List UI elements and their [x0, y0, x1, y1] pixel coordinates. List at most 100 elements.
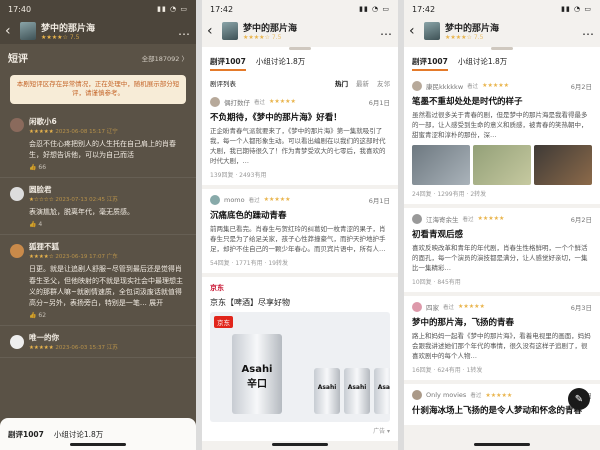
back-arrow-icon[interactable]: ‹	[409, 23, 419, 39]
review-item[interactable]: 闲歌小6 ★★★★★ 2023-06-08 15:17 辽宁 会忍不住心疼把别人…	[0, 110, 196, 179]
card-body: 喜欢反映改革和青年的年代剧，肖春生性格鲜明，一个个鲜活的面孔，每一个演员的演技都…	[412, 243, 588, 272]
review-stars: ★☆☆☆☆ 2023-07-13 02:45 江苏	[29, 197, 118, 204]
list-label: 剧评列表	[210, 79, 236, 88]
card-title[interactable]: 沉痛底色的躁动青春	[210, 209, 390, 221]
card-head: 康民kkkkkw 看过 ★★★★★ 6月2日	[412, 80, 592, 91]
ad-card[interactable]: 京东 京东【啤酒】尽享好物 京东 Asahi 辛口 Asahi Asahi Asa…	[202, 276, 398, 441]
card-username[interactable]: momo	[224, 196, 245, 204]
review-username[interactable]: 狐狸不狐	[29, 241, 118, 252]
drama-poster	[222, 22, 238, 40]
avatar[interactable]	[10, 243, 24, 258]
back-arrow-icon[interactable]: ‹	[5, 23, 15, 39]
like-button[interactable]: 👍 4	[29, 221, 186, 228]
review-card[interactable]: 四家 看过 ★★★★★ 6月3日 梦中的那片海，飞扬的青春 路上和妈妈一起看《梦…	[404, 295, 600, 381]
pen-icon: ✎	[574, 393, 584, 405]
more-menu-icon[interactable]: …	[582, 24, 595, 38]
rating-row: ★★★★☆ 7.5	[445, 34, 484, 41]
card-username[interactable]: 四家	[426, 302, 439, 312]
tab-group-discussion[interactable]: 小组讨论1.8万	[54, 429, 103, 440]
review-item[interactable]: 唯一的你 ★★★★★ 2023-06-03 15:37 江苏	[0, 326, 196, 359]
card-date: 6月2日	[570, 82, 592, 91]
card-title[interactable]: 梦中的那片海，飞扬的青春	[412, 316, 592, 328]
tab-reviews[interactable]: 剧评1007	[8, 429, 44, 440]
card-image[interactable]	[473, 144, 531, 185]
section-title: 短评	[8, 54, 28, 65]
tab-reviews[interactable]: 剧评1007	[210, 56, 246, 71]
ad-footer[interactable]: 广告 ▾	[210, 426, 390, 435]
back-arrow-icon[interactable]: ‹	[207, 23, 217, 39]
card-username[interactable]: 康民kkkkkw	[426, 81, 463, 91]
card-username[interactable]: 江海寄余生	[426, 214, 459, 224]
s1-top-area: 17:40 ▮▮ ◔ ▭ ‹ 梦中的那片海 ★★★★☆ 7.5 …	[0, 0, 196, 44]
card-title[interactable]: 笔墨不重却处处是时代的样子	[412, 95, 592, 107]
tab-group-discussion[interactable]: 小组讨论1.8万	[256, 56, 305, 71]
ad-image[interactable]: 京东 Asahi 辛口 Asahi Asahi Asahi	[210, 311, 390, 422]
card-image[interactable]	[412, 144, 470, 185]
avatar[interactable]	[412, 301, 422, 312]
review-card[interactable]: momo 看过 ★★★★★ 6月1日 沉痛底色的躁动青春 前两集已看完。肖春生与…	[202, 188, 398, 273]
review-item[interactable]: 圆脸君 ★☆☆☆☆ 2023-07-13 02:45 江苏 表演尴尬，脱离年代，…	[0, 178, 196, 236]
card-username[interactable]: Only movies	[426, 391, 466, 399]
top-bar: ‹ 梦中的那片海 ★★★★☆ 7.5 …	[202, 18, 398, 44]
sheet-handle[interactable]	[491, 47, 513, 50]
card-title[interactable]: 初看青观后感	[412, 228, 592, 240]
card-body: 虽然看过很多关于青春的剧，但是梦中的那片海是我看得最多的一部，让人感受到生命的意…	[412, 110, 588, 139]
avatar[interactable]	[412, 213, 422, 224]
card-title[interactable]: 什刹海冰场上飞扬的是令人梦动和怀念的青春	[412, 404, 592, 416]
like-button[interactable]: 👍 62	[29, 312, 186, 319]
card-head: Only movies 看过 ★★★★★ 6月1日	[412, 390, 592, 401]
card-title[interactable]: 不负期待，《梦中的那片海》好看！	[210, 111, 390, 123]
review-meta: 2023-06-03 15:37 江苏	[55, 345, 118, 352]
review-text: 会忍不住心疼把别人的人生托在自己肩上的肖春生，好想告诉他，可以为自己而活	[29, 139, 176, 160]
tab-group-discussion[interactable]: 小组讨论1.8万	[458, 56, 507, 71]
review-card[interactable]: 康民kkkkkw 看过 ★★★★★ 6月2日 笔墨不重却处处是时代的样子 虽然看…	[404, 74, 600, 204]
thumb-up-icon: 👍	[29, 164, 37, 172]
sort-new[interactable]: 最新	[356, 78, 369, 88]
can-brand: Asahi	[377, 383, 390, 391]
rating-score: 7.5	[69, 34, 80, 41]
review-username[interactable]: 闲歌小6	[29, 116, 118, 127]
like-button[interactable]: 👍 66	[29, 164, 186, 171]
avatar[interactable]	[210, 194, 220, 205]
avatar[interactable]	[210, 96, 220, 107]
avatar[interactable]	[412, 390, 422, 401]
watched-badge: 看过	[248, 197, 260, 204]
review-username[interactable]: 圆脸君	[29, 184, 118, 195]
status-time: 17:42	[412, 4, 436, 14]
ad-title[interactable]: 京东【啤酒】尽享好物	[210, 297, 390, 308]
ad-source: 京东	[210, 283, 224, 292]
card-body: 前两集已看完。肖春生与贺红玲的纠葛如一枚青涩的果子，肖春生只是为了给足关家，孩子…	[210, 224, 386, 253]
review-card[interactable]: 偶打数仔 看过 ★★★★★ 6月1日 不负期待，《梦中的那片海》好看！ 正企盼青…	[202, 90, 398, 185]
review-card[interactable]: 江海寄余生 看过 ★★★★★ 6月2日 初看青观后感 喜欢反映改革和青年的年代剧…	[404, 207, 600, 292]
like-count: 66	[38, 164, 47, 172]
tab-reviews[interactable]: 剧评1007	[412, 56, 448, 71]
screen-short-reviews: 17:40 ▮▮ ◔ ▭ ‹ 梦中的那片海 ★★★★☆ 7.5 … 短评 全部18…	[0, 0, 196, 450]
write-review-fab[interactable]: ✎	[568, 388, 590, 410]
sort-friends[interactable]: 友邻	[377, 78, 390, 88]
drama-title: 梦中的那片海	[243, 24, 298, 34]
review-tabs: 剧评1007 小组讨论1.8万	[404, 51, 600, 75]
card-date: 6月1日	[368, 98, 390, 107]
sheet-handle[interactable]	[289, 47, 311, 50]
card-body: 正企盼青春气派就要来了，《梦中的那片海》第一集就吸引了我，每一个人都形象生动。可…	[210, 126, 386, 165]
avatar[interactable]	[412, 80, 422, 91]
avatar[interactable]	[10, 118, 24, 133]
card-username[interactable]: 偶打数仔	[224, 97, 250, 107]
status-bar: 17:40 ▮▮ ◔ ▭	[0, 0, 196, 18]
review-stars: ★★★★★ 2023-06-03 15:37 江苏	[29, 345, 118, 352]
sheet: 剧评1007 小组讨论1.8万	[404, 47, 600, 75]
thumb-up-icon: 👍	[29, 312, 37, 320]
avatar[interactable]	[10, 334, 24, 349]
title-wrap: 梦中的那片海 ★★★★☆ 7.5	[243, 21, 375, 41]
sort-hot[interactable]: 热门	[335, 78, 348, 88]
expand-link[interactable]: 展开	[149, 299, 163, 307]
review-item[interactable]: 狐狸不狐 ★★★★☆ 2023-06-19 17:07 广东 日更。就是让追剧人…	[0, 235, 196, 327]
more-menu-icon[interactable]: …	[178, 24, 191, 38]
avatar[interactable]	[10, 186, 24, 201]
card-image[interactable]	[534, 144, 592, 185]
review-username[interactable]: 唯一的你	[29, 332, 118, 343]
all-reviews-link[interactable]: 全部187092 〉	[142, 53, 188, 63]
status-icons: ▮▮ ◔ ▭	[359, 5, 390, 13]
screen-review-list: 17:42 ▮▮ ◔ ▭ ‹ 梦中的那片海 ★★★★☆ 7.5 … 剧评1007 …	[202, 0, 398, 450]
more-menu-icon[interactable]: …	[380, 24, 393, 38]
